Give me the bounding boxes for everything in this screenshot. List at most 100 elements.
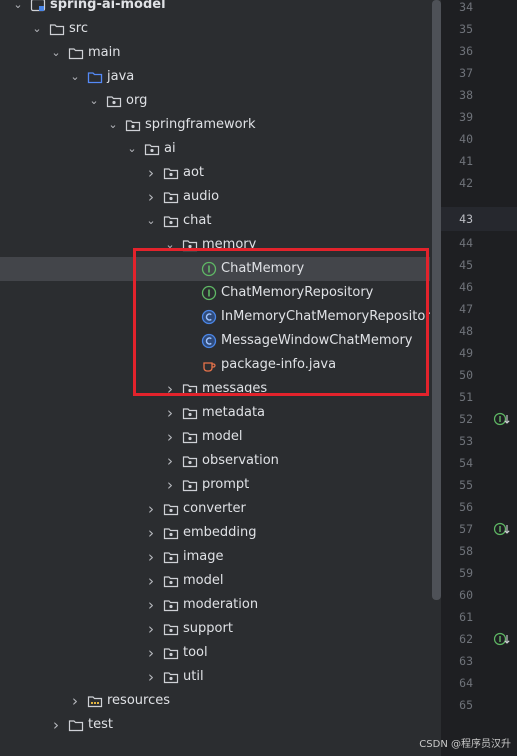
- package-icon: [182, 453, 198, 469]
- line-number: 46: [459, 280, 473, 294]
- line-number: 63: [459, 654, 473, 668]
- chevron-right-icon[interactable]: ›: [145, 497, 157, 521]
- chevron-right-icon[interactable]: ›: [145, 569, 157, 593]
- package-icon: [163, 501, 179, 517]
- implemented-gutter-icon[interactable]: [493, 631, 511, 647]
- chevron-down-icon[interactable]: ⌄: [107, 113, 119, 137]
- tree-node-label: embedding: [183, 525, 257, 540]
- tree-node-aot[interactable]: › aot: [0, 161, 430, 185]
- tree-node-springframework[interactable]: ⌄ springframework: [0, 113, 430, 137]
- tree-node-ai[interactable]: ⌄ ai: [0, 137, 430, 161]
- tree-node-label: springframework: [145, 117, 256, 132]
- tree-node-tool[interactable]: › tool: [0, 641, 430, 665]
- line-number: 43: [459, 212, 473, 226]
- implemented-gutter-icon[interactable]: [493, 411, 511, 427]
- line-number: 36: [459, 44, 473, 58]
- chevron-down-icon[interactable]: ⌄: [50, 41, 62, 65]
- tree-node-prompt[interactable]: › prompt: [0, 473, 430, 497]
- tree-node-audio[interactable]: › audio: [0, 185, 430, 209]
- tree-node-main[interactable]: ⌄ main: [0, 41, 430, 65]
- tree-node-label: observation: [202, 453, 279, 468]
- tree-node-label: model: [202, 429, 243, 444]
- tree-node-java[interactable]: ⌄ java: [0, 65, 430, 89]
- line-number: 55: [459, 478, 473, 492]
- line-number: 39: [459, 110, 473, 124]
- tree-node-resources[interactable]: › resources: [0, 689, 430, 713]
- tree-node-converter[interactable]: › converter: [0, 497, 430, 521]
- line-number: 35: [459, 22, 473, 36]
- package-icon: [163, 189, 179, 205]
- tree-node-org[interactable]: ⌄ org: [0, 89, 430, 113]
- line-number: 58: [459, 544, 473, 558]
- tree-node-image[interactable]: › image: [0, 545, 430, 569]
- chevron-down-icon[interactable]: ⌄: [69, 65, 81, 89]
- watermark-text: CSDN @程序员汉升: [419, 739, 511, 750]
- chevron-right-icon[interactable]: ›: [164, 401, 176, 425]
- package-icon: [125, 117, 141, 133]
- chevron-right-icon[interactable]: ›: [145, 641, 157, 665]
- tree-node-model[interactable]: › model: [0, 569, 430, 593]
- line-number: 65: [459, 698, 473, 712]
- tree-node-moderation[interactable]: › moderation: [0, 593, 430, 617]
- tree-node-label: test: [88, 717, 113, 732]
- module-icon: [30, 0, 46, 13]
- implemented-gutter-icon[interactable]: [493, 521, 511, 537]
- tree-node-support[interactable]: › support: [0, 617, 430, 641]
- tree-node-embedding[interactable]: › embedding: [0, 521, 430, 545]
- package-icon: [182, 429, 198, 445]
- tree-node-observation[interactable]: › observation: [0, 449, 430, 473]
- package-icon: [106, 93, 122, 109]
- package-icon: [163, 549, 179, 565]
- chevron-right-icon[interactable]: ›: [69, 689, 81, 713]
- chevron-right-icon[interactable]: ›: [164, 449, 176, 473]
- line-number: 37: [459, 66, 473, 80]
- package-icon: [182, 477, 198, 493]
- line-number: 51: [459, 390, 473, 404]
- resources-folder-icon: [87, 693, 103, 709]
- chevron-right-icon[interactable]: ›: [145, 185, 157, 209]
- tree-scrollbar[interactable]: [432, 0, 441, 600]
- tree-node-util[interactable]: › util: [0, 665, 430, 689]
- tree-node-label: model: [183, 573, 224, 588]
- tree-node-src[interactable]: ⌄ src: [0, 17, 430, 41]
- tree-node-spring-ai-model[interactable]: ⌄ spring-ai-model: [0, 0, 430, 17]
- tree-node-model[interactable]: › model: [0, 425, 430, 449]
- tree-node-label: spring-ai-model: [50, 0, 166, 12]
- chevron-right-icon[interactable]: ›: [145, 161, 157, 185]
- package-icon: [163, 213, 179, 229]
- line-number: 49: [459, 346, 473, 360]
- line-number: 56: [459, 500, 473, 514]
- package-icon: [163, 525, 179, 541]
- line-number: 62: [459, 632, 473, 646]
- chevron-right-icon[interactable]: ›: [145, 617, 157, 641]
- tree-node-chat[interactable]: ⌄ chat: [0, 209, 430, 233]
- line-number: 45: [459, 258, 473, 272]
- chevron-right-icon[interactable]: ›: [145, 593, 157, 617]
- chevron-right-icon[interactable]: ›: [145, 521, 157, 545]
- tree-node-metadata[interactable]: › metadata: [0, 401, 430, 425]
- line-number: 40: [459, 132, 473, 146]
- tree-node-label: resources: [107, 693, 171, 708]
- line-number: 53: [459, 434, 473, 448]
- chevron-right-icon[interactable]: ›: [50, 713, 62, 737]
- folder-icon: [68, 45, 84, 61]
- tree-node-label: chat: [183, 213, 212, 228]
- chevron-down-icon[interactable]: ⌄: [88, 89, 100, 113]
- package-icon: [163, 165, 179, 181]
- chevron-down-icon[interactable]: ⌄: [126, 137, 138, 161]
- source-folder-icon: [87, 69, 103, 85]
- package-icon: [182, 405, 198, 421]
- chevron-right-icon[interactable]: ›: [145, 545, 157, 569]
- chevron-right-icon[interactable]: ›: [164, 425, 176, 449]
- line-number: 50: [459, 368, 473, 382]
- chevron-down-icon[interactable]: ⌄: [12, 0, 24, 17]
- annotation-highlight-box: [133, 248, 429, 396]
- tree-node-label: java: [107, 69, 135, 84]
- chevron-right-icon[interactable]: ›: [164, 473, 176, 497]
- tree-node-label: ai: [164, 141, 176, 156]
- chevron-down-icon[interactable]: ⌄: [145, 209, 157, 233]
- chevron-right-icon[interactable]: ›: [145, 665, 157, 689]
- tree-node-test[interactable]: › test: [0, 713, 430, 737]
- chevron-down-icon[interactable]: ⌄: [31, 17, 43, 41]
- tree-node-label: image: [183, 549, 224, 564]
